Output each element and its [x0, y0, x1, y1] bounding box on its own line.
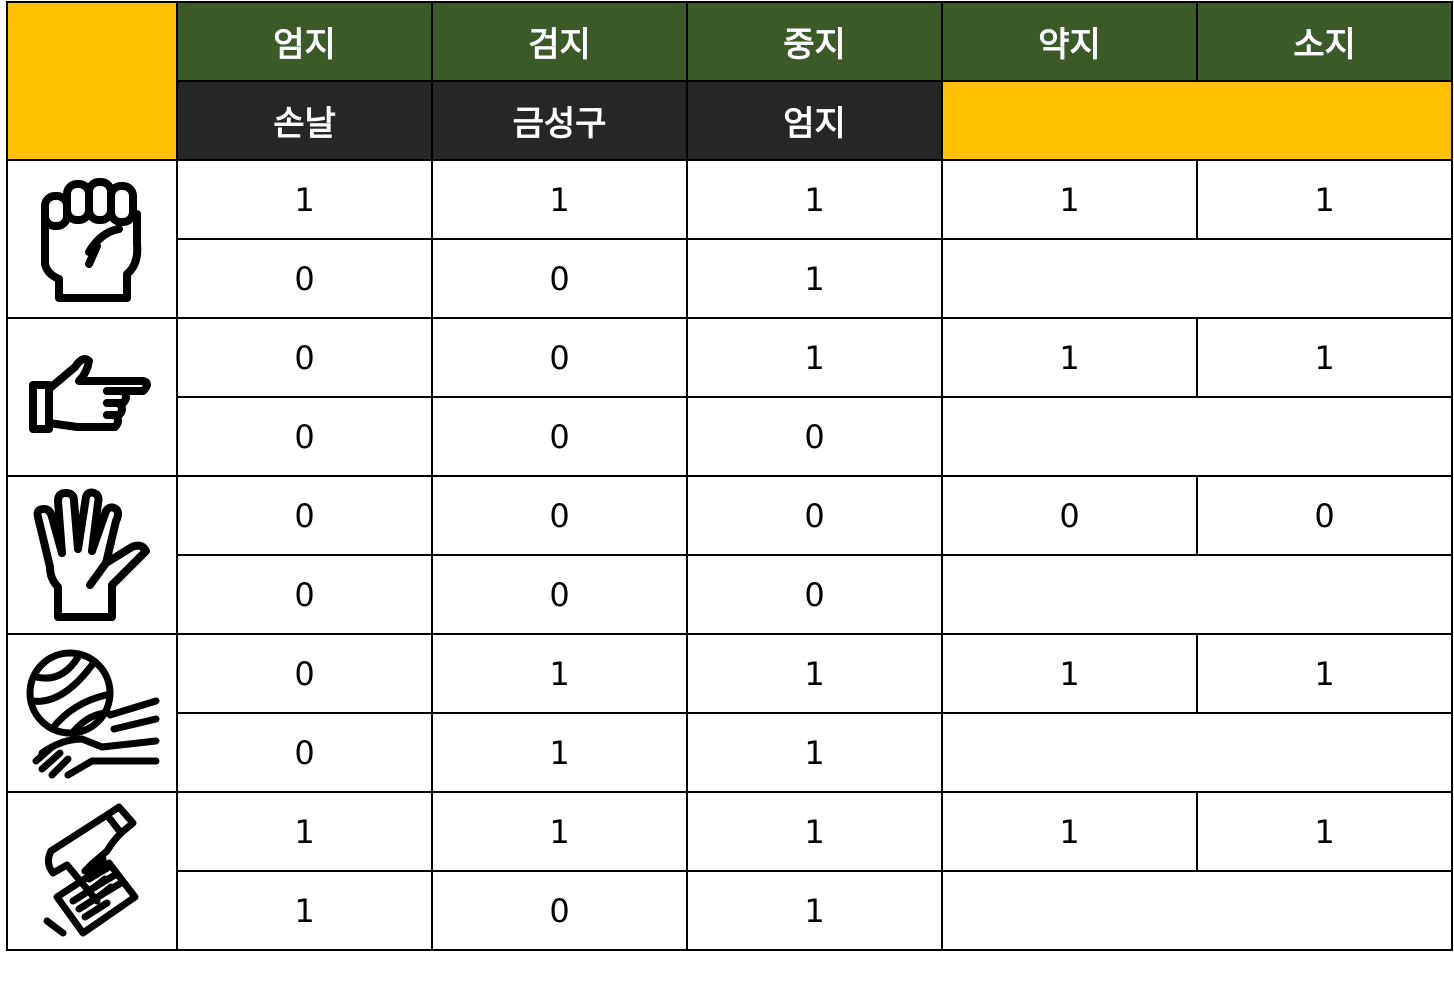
- value-cell: 1: [941, 633, 1198, 714]
- value-cell: 1: [176, 791, 433, 872]
- value-cell: 1: [1196, 159, 1453, 240]
- table-row: 0 0 0: [7, 396, 1453, 477]
- table-row: 0 1 1: [7, 712, 1453, 793]
- blank-cell: [941, 396, 1453, 477]
- table-row: 1 1 1 1 1: [6, 159, 1453, 319]
- open-hand-icon: [6, 475, 178, 635]
- value-cell: 1: [431, 791, 688, 872]
- blank-cell: [941, 238, 1453, 319]
- value-cell: 0: [431, 475, 688, 556]
- volleyball-hands-icon: [6, 633, 178, 793]
- value-cell: 0: [686, 554, 943, 635]
- value-cell: 0: [431, 870, 688, 951]
- header-ring: 약지: [941, 1, 1198, 82]
- value-cell: 1: [686, 791, 943, 872]
- value-cell: 1: [941, 317, 1198, 398]
- hand-grip-icon: [6, 791, 178, 951]
- value-cell: 1: [431, 712, 688, 793]
- header-index: 검지: [431, 1, 688, 82]
- finger-table: 엄지 검지 중지 약지 소지 손날 금성구 엄지 1 1 1 1 1 0 0 1…: [6, 1, 1453, 951]
- header-thumb-sub: 엄지: [686, 80, 943, 161]
- value-cell: 0: [176, 238, 433, 319]
- table-row: 0 0 0 0 0: [6, 475, 1453, 635]
- value-cell: 1: [686, 238, 943, 319]
- header-pinky: 소지: [1196, 1, 1453, 82]
- value-cell: 1: [686, 159, 943, 240]
- value-cell: 1: [1196, 633, 1453, 714]
- table-row: 1 0 1: [7, 870, 1453, 951]
- table-row: 0 0 0: [7, 554, 1453, 635]
- value-cell: 0: [176, 317, 433, 398]
- value-cell: 0: [176, 712, 433, 793]
- pointing-hand-icon: [6, 317, 178, 477]
- value-cell: 0: [1196, 475, 1453, 556]
- blank-cell: [941, 712, 1453, 793]
- value-cell: 0: [686, 396, 943, 477]
- table-row: 0 0 1 1 1: [6, 317, 1453, 477]
- value-cell: 1: [1196, 317, 1453, 398]
- header-row-fingers: 엄지 검지 중지 약지 소지: [6, 1, 1453, 161]
- value-cell: 1: [686, 317, 943, 398]
- blank-cell: [941, 554, 1453, 635]
- table-row: 0 1 1 1 1: [6, 633, 1453, 793]
- value-cell: 0: [176, 475, 433, 556]
- value-cell: 0: [176, 554, 433, 635]
- header-row-sub: 손날 금성구 엄지: [7, 80, 1453, 161]
- header-thenar: 금성구: [431, 80, 688, 161]
- value-cell: 0: [686, 475, 943, 556]
- value-cell: 0: [176, 396, 433, 477]
- value-cell: 1: [176, 159, 433, 240]
- header-sub-blank: [941, 80, 1453, 161]
- table-row: 1 1 1 1 1: [6, 791, 1453, 951]
- value-cell: 0: [941, 475, 1198, 556]
- value-cell: 0: [431, 317, 688, 398]
- value-cell: 0: [431, 554, 688, 635]
- header-thumb: 엄지: [176, 1, 433, 82]
- value-cell: 1: [686, 633, 943, 714]
- table-row: 0 0 1: [7, 238, 1453, 319]
- value-cell: 1: [431, 159, 688, 240]
- value-cell: 1: [686, 712, 943, 793]
- blank-cell: [941, 870, 1453, 951]
- header-middle: 중지: [686, 1, 943, 82]
- value-cell: 1: [941, 791, 1198, 872]
- value-cell: 1: [1196, 791, 1453, 872]
- value-cell: 1: [941, 159, 1198, 240]
- value-cell: 0: [431, 238, 688, 319]
- value-cell: 1: [686, 870, 943, 951]
- fist-icon: [6, 159, 178, 319]
- corner-cell: [6, 1, 178, 161]
- value-cell: 0: [176, 633, 433, 714]
- value-cell: 1: [431, 633, 688, 714]
- value-cell: 0: [431, 396, 688, 477]
- value-cell: 1: [176, 870, 433, 951]
- header-hand-edge: 손날: [176, 80, 433, 161]
